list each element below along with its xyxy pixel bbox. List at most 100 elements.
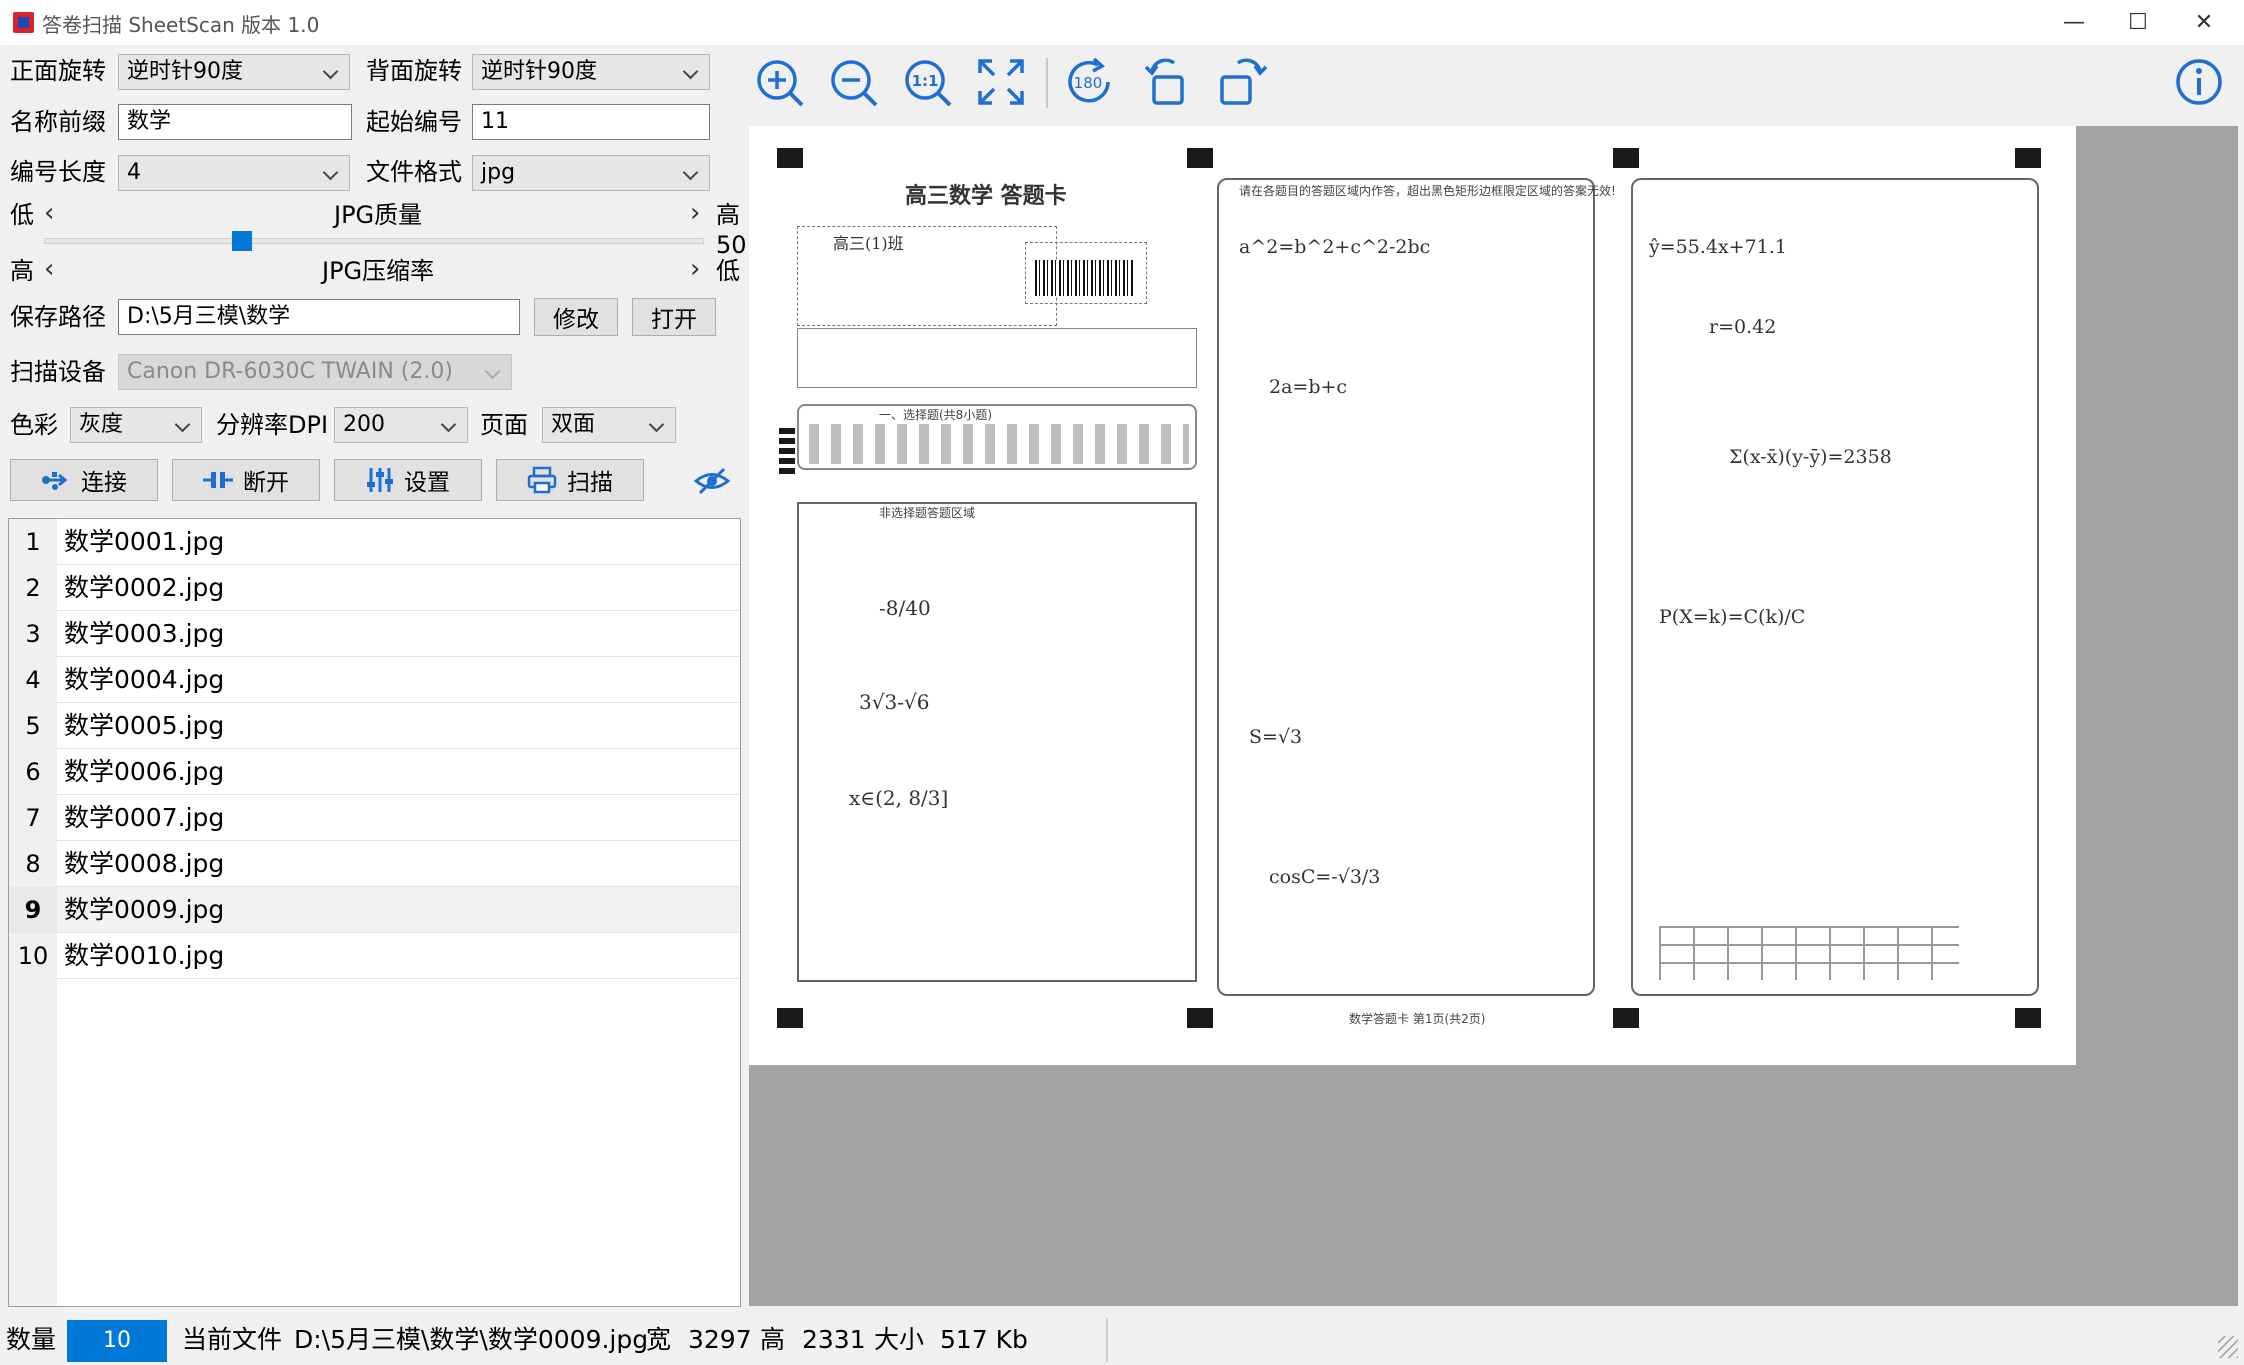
resize-grip[interactable]: [2218, 1336, 2238, 1358]
app-logo-icon: [13, 12, 34, 33]
compression-increase-arrow[interactable]: ›: [690, 252, 700, 286]
compression-decrease-arrow[interactable]: ‹: [44, 252, 54, 286]
page-select[interactable]: 双面: [542, 407, 676, 443]
quality-increase-arrow[interactable]: ›: [690, 196, 700, 230]
answer-handwriting: ŷ=55.4x+71.1: [1649, 236, 1787, 258]
list-item-number: 7: [9, 795, 57, 841]
quality-low-label: 低: [10, 201, 34, 229]
window-title: 答卷扫描 SheetScan 版本 1.0: [42, 13, 320, 37]
close-button[interactable]: ✕: [2170, 0, 2238, 45]
registration-mark: [777, 148, 803, 168]
list-item[interactable]: 1 数学0001.jpg: [9, 519, 740, 565]
open-path-button[interactable]: 打开: [632, 298, 716, 336]
fit-window-icon[interactable]: [974, 55, 1028, 109]
modify-path-button[interactable]: 修改: [534, 298, 618, 336]
connect-button[interactable]: 连接: [10, 459, 158, 501]
page-label: 页面: [480, 411, 528, 439]
rotate-left-icon[interactable]: [1142, 55, 1196, 109]
settings-button[interactable]: 设置: [334, 459, 482, 501]
list-item-filename: 数学0005.jpg: [64, 711, 225, 740]
height-value: 2331: [802, 1325, 866, 1354]
front-rotation-select[interactable]: 逆时针90度: [118, 54, 350, 90]
name-prefix-label: 名称前缀: [10, 108, 106, 136]
list-item-number: 10: [9, 933, 57, 979]
list-item[interactable]: 3 数学0003.jpg: [9, 611, 740, 657]
list-item[interactable]: 8 数学0008.jpg: [9, 841, 740, 887]
notice-text: 请在各题目的答题区域内作答，超出黑色矩形边框限定区域的答案无效!: [1239, 184, 1616, 198]
front-rotation-label: 正面旋转: [10, 57, 106, 85]
quality-slider-thumb[interactable]: [232, 231, 252, 251]
rotate-180-text: 180: [1074, 74, 1103, 92]
list-item[interactable]: 9 数学0009.jpg: [9, 887, 740, 933]
quality-high-label: 高: [716, 201, 740, 229]
answer-handwriting: P(X=k)=C(k)/C: [1659, 606, 1806, 628]
number-length-select[interactable]: 4: [118, 155, 350, 191]
name-prefix-input[interactable]: 数学: [118, 104, 352, 140]
scanned-answer-sheet: 高三数学 答题卡 高三(1)班 一、选择题(共8小题) 非选择题答题区域 -8/…: [749, 126, 2076, 1065]
eye-icon[interactable]: [693, 466, 734, 496]
back-rotation-label: 背面旋转: [366, 57, 462, 85]
list-item[interactable]: 5 数学0005.jpg: [9, 703, 740, 749]
quality-decrease-arrow[interactable]: ‹: [44, 196, 54, 230]
list-item[interactable]: 10 数学0010.jpg: [9, 933, 740, 979]
info-icon[interactable]: [2172, 55, 2226, 109]
compression-right-label: 低: [716, 257, 740, 285]
back-rotation-select[interactable]: 逆时针90度: [472, 54, 710, 90]
scan-device-select[interactable]: Canon DR-6030C TWAIN (2.0): [118, 354, 512, 390]
bubble-grid: [809, 424, 1189, 464]
list-item[interactable]: 6 数学0006.jpg: [9, 749, 740, 795]
list-item-filename: 数学0002.jpg: [64, 573, 225, 602]
scan-device-label: 扫描设备: [10, 358, 106, 386]
scan-label: 扫描: [567, 470, 613, 496]
size-value: 517 Kb: [940, 1325, 1028, 1354]
list-item[interactable]: 2 数学0002.jpg: [9, 565, 740, 611]
quality-slider-track[interactable]: [44, 238, 704, 244]
list-item-number: 9: [9, 887, 57, 933]
dpi-label: 分辨率DPI: [216, 411, 329, 439]
save-path-input[interactable]: D:\5月三模\数学: [118, 299, 520, 335]
file-format-label: 文件格式: [366, 158, 462, 186]
minimize-button[interactable]: —: [2040, 0, 2108, 45]
choice-section-title: 一、选择题(共8小题): [879, 408, 992, 422]
list-item-number: 1: [9, 519, 57, 565]
quality-label: JPG质量: [334, 201, 423, 229]
dpi-select[interactable]: 200: [334, 407, 468, 443]
number-length-label: 编号长度: [10, 158, 106, 186]
answer-box-col3: [1631, 178, 2039, 996]
answer-handwriting: r=0.42: [1709, 316, 1777, 338]
registration-mark: [2015, 1008, 2041, 1028]
list-item[interactable]: 7 数学0007.jpg: [9, 795, 740, 841]
sliders-icon: [367, 468, 393, 492]
image-viewer[interactable]: 高三数学 答题卡 高三(1)班 一、选择题(共8小题) 非选择题答题区域 -8/…: [749, 126, 2238, 1306]
list-item-filename: 数学0010.jpg: [64, 941, 225, 970]
color-select[interactable]: 灰度: [70, 407, 202, 443]
list-item[interactable]: 4 数学0004.jpg: [9, 657, 740, 703]
blank-section-title: 非选择题答题区域: [879, 506, 976, 520]
save-path-label: 保存路径: [10, 303, 106, 331]
answer-handwriting: -8/40: [879, 596, 931, 620]
distribution-table: [1659, 926, 1959, 980]
rotate-right-icon[interactable]: [1216, 55, 1270, 109]
zoom-in-icon[interactable]: [752, 55, 806, 109]
list-item-filename: 数学0003.jpg: [64, 619, 225, 648]
maximize-button[interactable]: ☐: [2104, 0, 2172, 45]
list-item-filename: 数学0001.jpg: [64, 527, 225, 556]
size-label: 大小: [874, 1325, 925, 1354]
rotate-180-icon[interactable]: 180: [1062, 55, 1116, 109]
scan-button[interactable]: 扫描: [496, 459, 644, 501]
start-number-label: 起始编号: [366, 108, 462, 136]
registration-mark: [1187, 1008, 1213, 1028]
actual-size-icon[interactable]: 1:1: [900, 55, 954, 109]
count-value: 10: [67, 1320, 167, 1362]
file-format-select[interactable]: jpg: [472, 155, 710, 191]
list-item-number: 3: [9, 611, 57, 657]
zoom-out-icon[interactable]: [826, 55, 880, 109]
height-label: 高: [760, 1325, 786, 1354]
disconnect-button[interactable]: 断开: [172, 459, 320, 501]
barcode: [1035, 260, 1135, 296]
list-item-filename: 数学0009.jpg: [64, 895, 225, 924]
answer-handwriting: a^2=b^2+c^2-2bc: [1239, 236, 1431, 258]
start-number-input[interactable]: 11: [472, 104, 710, 140]
title-bar: [0, 0, 2244, 45]
file-list[interactable]: 1 数学0001.jpg 2 数学0002.jpg 3 数学0003.jpg 4 数学0004…: [8, 518, 741, 1307]
